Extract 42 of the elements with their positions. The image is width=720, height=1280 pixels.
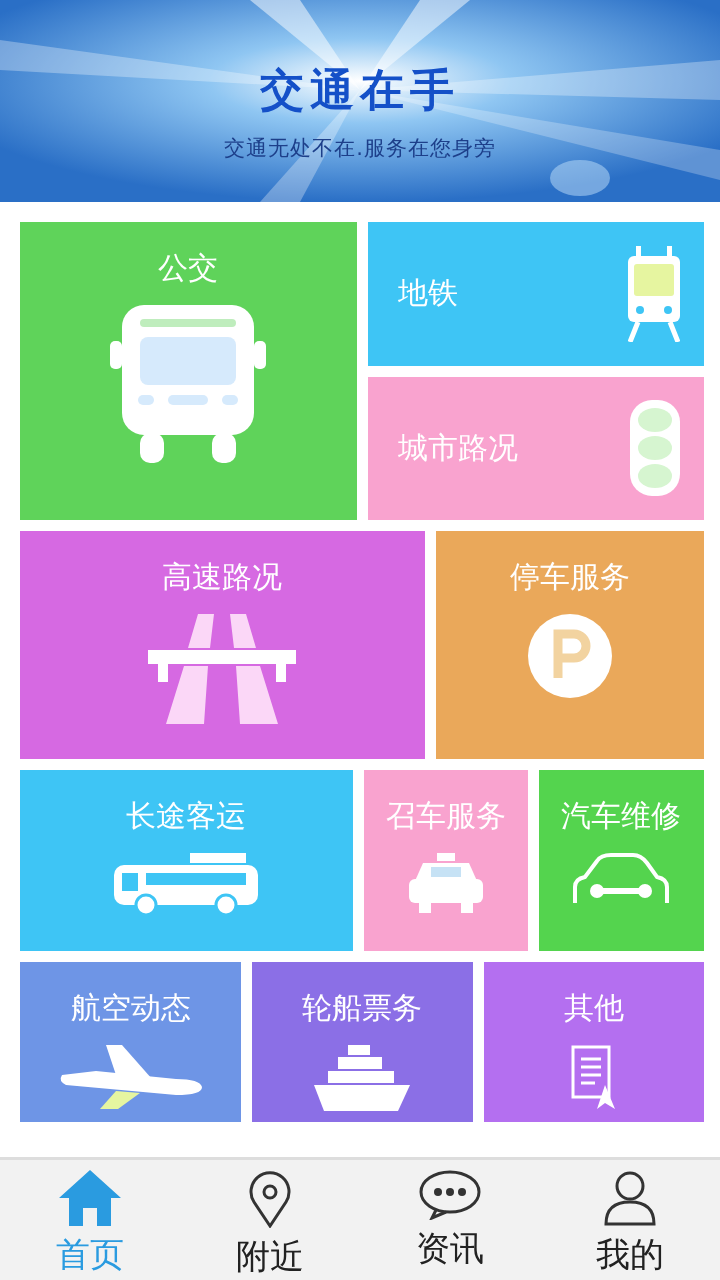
document-icon: [570, 1045, 617, 1109]
location-pin-icon: [248, 1170, 292, 1228]
person-icon: [602, 1170, 658, 1226]
tile-label: 停车服务: [509, 558, 630, 596]
tile-label: 汽车维修: [561, 797, 682, 835]
tile[interactable]: 召车服务: [363, 770, 528, 951]
coach-bus-icon: [114, 853, 259, 917]
tile-label: 召车服务: [385, 797, 506, 835]
tile-label: 轮船票务: [302, 989, 423, 1027]
tile[interactable]: 地铁: [367, 222, 704, 366]
tile[interactable]: 汽车维修: [538, 770, 704, 951]
tile[interactable]: 停车服务: [435, 531, 704, 759]
tile-label: 城市路况: [397, 428, 518, 467]
tile[interactable]: 航空动态: [20, 962, 242, 1122]
tab[interactable]: 首页: [0, 1160, 180, 1280]
traffic-light-icon: [630, 400, 680, 497]
chat-bubble-icon: [418, 1170, 482, 1220]
home-icon: [59, 1170, 121, 1226]
tile-label: 公交: [158, 249, 219, 287]
tile-label: 地铁: [397, 274, 458, 313]
car-wrench-icon: [571, 853, 672, 905]
bus-icon: [110, 305, 267, 463]
tile[interactable]: 其他: [483, 962, 704, 1122]
tab[interactable]: 附近: [180, 1160, 360, 1280]
highway-icon: [148, 614, 297, 724]
tile-label: 航空动态: [70, 989, 191, 1027]
parking-icon: [527, 614, 612, 698]
taxi-icon: [408, 853, 483, 913]
tile[interactable]: 公交: [20, 222, 357, 520]
tile[interactable]: 轮船票务: [252, 962, 473, 1122]
tile[interactable]: 高速路况: [20, 531, 425, 759]
tile-label: 其他: [563, 989, 624, 1027]
banner-subtitle: 交通无处不在.服务在您身旁: [224, 134, 496, 162]
train-icon: [628, 245, 680, 342]
tab[interactable]: 资讯: [360, 1160, 540, 1280]
tile[interactable]: 长途客运: [20, 770, 353, 951]
ship-icon: [314, 1045, 411, 1111]
tile-label: 高速路况: [162, 558, 283, 596]
banner-title: 交通在手: [260, 62, 460, 117]
tab[interactable]: 我的: [540, 1160, 720, 1280]
tile-label: 长途客运: [126, 797, 247, 835]
tile[interactable]: 城市路况: [367, 376, 704, 520]
